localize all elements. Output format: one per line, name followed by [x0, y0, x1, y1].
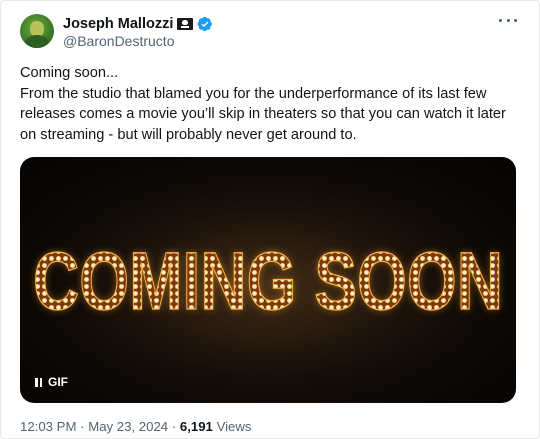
display-name[interactable]: Joseph Mallozzi	[63, 16, 173, 32]
more-options-icon[interactable]	[499, 15, 517, 25]
tweet-body: Coming soon... From the studio that blam…	[20, 65, 506, 143]
pause-icon[interactable]	[35, 377, 42, 387]
gif-badge[interactable]: GIF	[35, 375, 68, 389]
coming-soon-marquee: COMING SOON COMING SOON	[20, 157, 516, 403]
avatar-body	[25, 35, 49, 48]
avatar[interactable]	[20, 14, 54, 48]
tweet-metadata: 12:03 PM · May 23, 2024 · 6,191 Views	[20, 419, 252, 434]
separator: ·	[171, 419, 177, 434]
tweet-date[interactable]: May 23, 2024	[88, 419, 168, 434]
verified-badge-icon	[197, 16, 213, 32]
pirate-flag-icon	[177, 18, 194, 30]
views-label: Views	[216, 419, 252, 434]
views-count: 6,191	[179, 419, 213, 434]
banner-text: COMING SOON	[33, 236, 503, 327]
gif-media[interactable]: COMING SOON COMING SOON GIF	[20, 157, 516, 403]
user-handle[interactable]: @BaronDestructo	[63, 33, 174, 49]
gif-label: GIF	[48, 375, 68, 389]
tweet-time[interactable]: 12:03 PM	[20, 419, 76, 434]
tweet-text: Coming soon... From the studio that blam…	[20, 63, 525, 145]
separator: ·	[80, 419, 85, 434]
tweet-card: Joseph Mallozzi @BaronDestructo Coming s…	[0, 0, 540, 439]
author-line: Joseph Mallozzi	[63, 14, 213, 34]
